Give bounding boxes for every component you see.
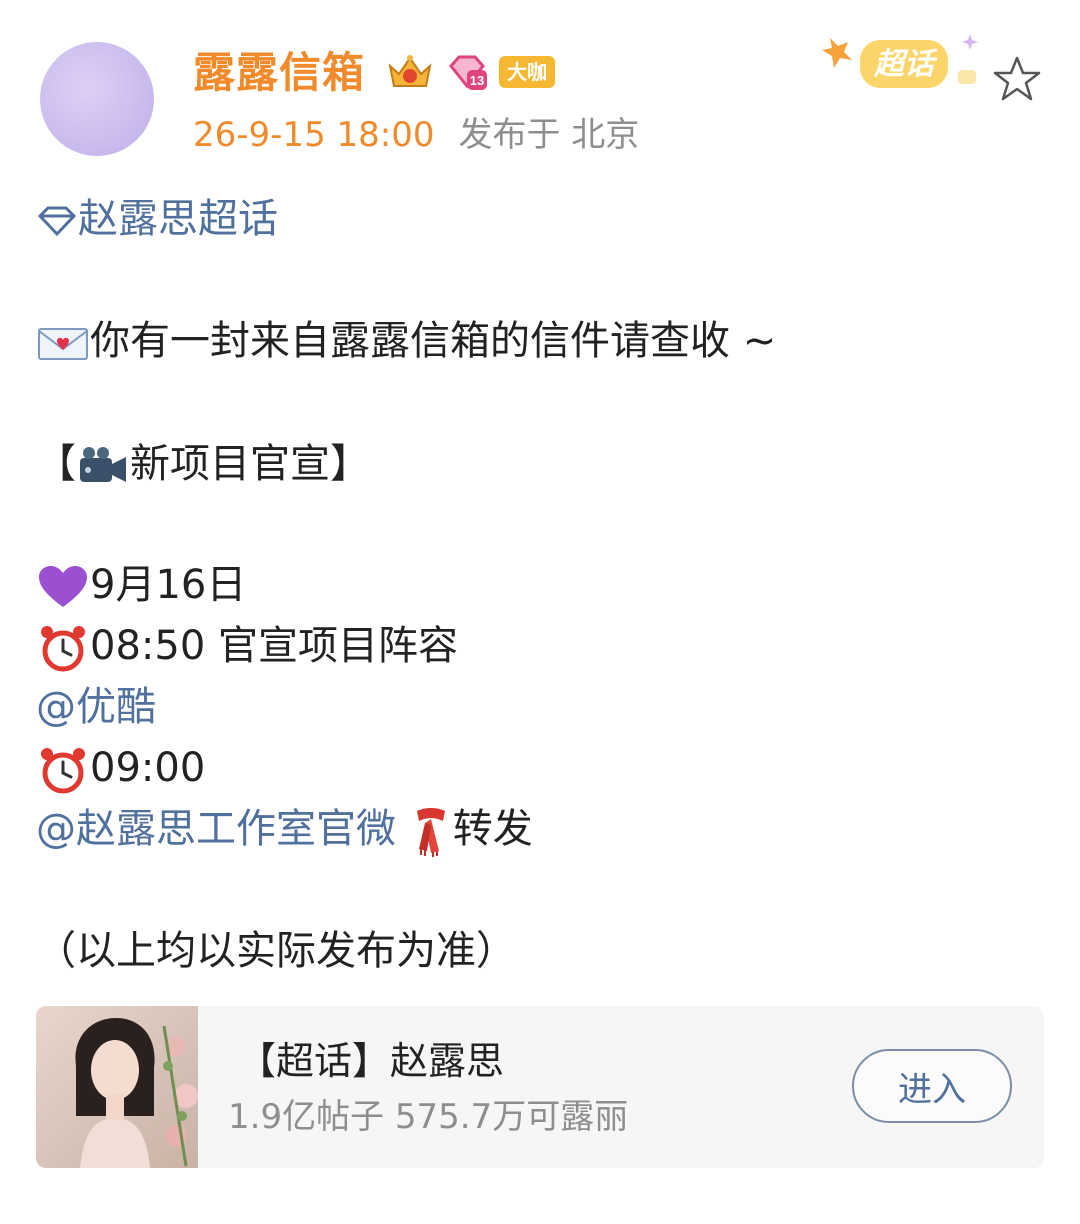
star-icon[interactable] (992, 54, 1042, 104)
post-location: 发布于 北京 (458, 115, 640, 155)
repost-line: @赵露思工作室官微 转发 (36, 800, 533, 858)
video-camera-icon (80, 447, 126, 482)
topic-link[interactable]: 赵露思超话 (36, 190, 278, 248)
svg-text:13: 13 (470, 73, 484, 88)
mention-studio[interactable]: @赵露思工作室官微 (36, 806, 396, 852)
svg-text:超话: 超话 (873, 47, 938, 82)
alarm-clock-icon (41, 748, 85, 794)
bracket-open: 【 (36, 441, 76, 487)
scarf-icon (416, 808, 445, 857)
bracket-close: 】 (330, 441, 370, 487)
enter-button[interactable]: 进入 (852, 1049, 1012, 1123)
post-time: 26-9-15 18:00 (193, 115, 435, 155)
time2-line: 09:00 (36, 739, 205, 797)
section-heading: 【 新项目官宣】 (36, 435, 370, 493)
user-badges: 13 大咖 (385, 50, 555, 94)
crown-icon (388, 55, 432, 87)
weibo-post: 露露信箱 13 大咖 26-9-15 18:00 发布于 北京 超话 赵露思超话 (0, 0, 1080, 1224)
date-text: 9月16日 (90, 562, 247, 608)
repost-text: 转发 (452, 806, 533, 852)
purple-heart-icon (39, 566, 87, 607)
avatar[interactable] (40, 42, 154, 156)
diamond-icon (37, 206, 77, 237)
supertopic-title: 【超话】赵露思 (238, 1039, 505, 1083)
time2-text: 09:00 (90, 745, 206, 791)
diamond-level-icon: 13 (449, 55, 487, 90)
supertopic-stats: 1.9亿帖子 575.7万可露丽 (228, 1097, 629, 1137)
topic-link-text[interactable]: 赵露思超话 (78, 196, 278, 242)
time1-text: 08:50 官宣项目阵容 (90, 623, 458, 669)
date-line: 9月16日 (36, 556, 246, 614)
supertopic-card[interactable]: 【超话】赵露思 1.9亿帖子 575.7万可露丽 进入 (36, 1006, 1044, 1168)
time1-line: 08:50 官宣项目阵容 (36, 617, 458, 675)
post-meta: 26-9-15 18:00 发布于 北京 (193, 112, 639, 158)
supertopic-icon[interactable]: 超话 (820, 24, 990, 104)
note-text: （以上均以实际发布为准） (36, 928, 516, 974)
username[interactable]: 露露信箱 (193, 45, 365, 101)
alarm-clock-icon (41, 626, 85, 672)
level-tag: 大咖 (499, 56, 555, 88)
love-letter-icon (38, 328, 88, 360)
intro-text: 你有一封来自露露信箱的信件请查收 ~ (90, 318, 777, 364)
supertopic-cover-image (36, 1006, 198, 1168)
mention-youku[interactable]: @优酷 (36, 678, 156, 736)
intro-line: 你有一封来自露露信箱的信件请查收 ~ (36, 312, 776, 370)
section-title: 新项目官宣 (130, 441, 330, 487)
